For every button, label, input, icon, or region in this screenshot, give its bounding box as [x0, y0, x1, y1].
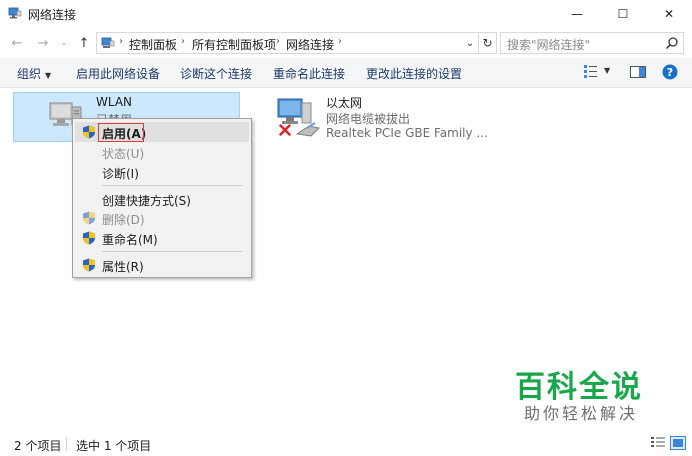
search-icon: [665, 37, 678, 50]
command-bar: 组织 ▼ 启用此网络设备 诊断这个连接 重命名此连接 更改此连接的设置 ▼ ?: [0, 58, 692, 88]
organize-menu[interactable]: 组织 ▼: [17, 65, 51, 82]
breadcrumb-separator-icon: ›: [119, 36, 123, 47]
status-bar: 2 个项目 选中 1 个项目: [0, 432, 692, 456]
menu-item-diagnose[interactable]: 诊断(I): [75, 162, 249, 182]
disconnected-x-icon: [279, 124, 291, 136]
rename-command[interactable]: 重命名此连接: [273, 65, 345, 82]
up-arrow-icon: ↑: [78, 35, 90, 51]
breadcrumb-separator-icon: ›: [338, 36, 342, 47]
preview-pane-icon[interactable]: [630, 66, 646, 78]
change-settings-command[interactable]: 更改此连接的设置: [366, 65, 462, 82]
menu-item-rename-label: 重命名(M): [102, 233, 158, 247]
address-bar[interactable]: › 控制面板 › 所有控制面板项 › 网络连接 › ⌄: [96, 32, 479, 54]
menu-item-enable[interactable]: 启用(A): [75, 122, 249, 142]
uac-shield-icon: [83, 125, 95, 139]
chevron-down-icon: ▼: [45, 71, 52, 80]
network-connections-icon: [8, 7, 22, 19]
breadcrumb-all-items[interactable]: 所有控制面板项: [192, 36, 276, 53]
view-options-icon[interactable]: [584, 63, 598, 79]
ethernet-device: Realtek PCIe GBE Family ...: [326, 126, 488, 140]
title-bar: 网络连接 — ☐ ✕: [0, 0, 692, 28]
maximize-button[interactable]: ☐: [600, 0, 646, 28]
details-view-icon[interactable]: [650, 436, 666, 450]
refresh-icon: ↻: [482, 36, 493, 50]
close-button[interactable]: ✕: [646, 0, 692, 28]
view-options-dropdown-icon[interactable]: ▼: [604, 66, 610, 75]
ethernet-name: 以太网: [326, 96, 363, 110]
status-separator: [66, 437, 67, 451]
svg-text:?: ?: [667, 66, 673, 79]
forward-button[interactable]: →: [34, 34, 52, 52]
wlan-name: WLAN: [96, 95, 133, 109]
menu-item-delete-label: 删除(D): [102, 213, 145, 227]
item-count: 2 个项目: [14, 439, 62, 453]
up-button[interactable]: ↑: [75, 34, 93, 52]
menu-item-shortcut-label: 创建快捷方式(S): [102, 194, 191, 208]
breadcrumb-separator-icon: ›: [181, 36, 185, 47]
diagnose-command[interactable]: 诊断这个连接: [180, 65, 252, 82]
breadcrumb-network-connections[interactable]: 网络连接: [286, 36, 334, 53]
enable-device-command[interactable]: 启用此网络设备: [76, 65, 160, 82]
uac-shield-icon: [83, 258, 95, 272]
menu-separator: [102, 251, 243, 252]
large-icons-view-icon[interactable]: [670, 436, 686, 450]
back-arrow-icon: ←: [11, 35, 23, 51]
menu-item-properties[interactable]: 属性(R): [75, 255, 249, 275]
uac-shield-icon: [83, 211, 95, 225]
search-input[interactable]: 搜索"网络连接": [500, 32, 684, 54]
menu-separator: [102, 185, 243, 186]
recent-locations-button[interactable]: ⌄: [58, 34, 70, 52]
uac-shield-icon: [83, 231, 95, 245]
ethernet-status: 网络电缆被拔出: [326, 112, 411, 126]
highlight-box: [98, 123, 144, 142]
maximize-icon: ☐: [617, 7, 629, 21]
window-title: 网络连接: [28, 8, 77, 22]
menu-item-properties-label: 属性(R): [102, 260, 144, 274]
close-icon: ✕: [663, 7, 675, 21]
organize-label: 组织: [17, 67, 42, 81]
address-dropdown-button[interactable]: ⌄: [463, 36, 477, 50]
context-menu: 启用(A) 状态(U) 诊断(I) 创建快捷方式(S) 删除(D) 重命名(M): [72, 118, 252, 278]
control-panel-icon: [101, 37, 115, 48]
menu-item-delete: 删除(D): [75, 208, 249, 228]
back-button[interactable]: ←: [8, 34, 26, 52]
menu-item-create-shortcut[interactable]: 创建快捷方式(S): [75, 189, 249, 209]
chevron-down-icon: ⌄: [60, 38, 68, 48]
ethernet-connection-item[interactable]: 以太网 网络电缆被拔出 Realtek PCIe GBE Family ...: [275, 92, 505, 142]
menu-item-status-label: 状态(U): [102, 147, 145, 161]
watermark-subtitle: 助你轻松解决: [524, 404, 639, 423]
minimize-button[interactable]: —: [554, 0, 600, 28]
menu-item-rename[interactable]: 重命名(M): [75, 228, 249, 248]
breadcrumb-control-panel[interactable]: 控制面板: [129, 36, 177, 53]
forward-arrow-icon: →: [37, 35, 49, 51]
menu-item-diagnose-label: 诊断(I): [102, 167, 139, 181]
search-placeholder: 搜索"网络连接": [507, 38, 591, 52]
navigation-bar: ← → ⌄ ↑ › 控制面板 › 所有控制面板项 › 网络连接 › ⌄ ↻ 搜索…: [0, 28, 692, 58]
selected-count: 选中 1 个项目: [76, 439, 152, 453]
breadcrumb-separator-icon: ›: [276, 36, 280, 47]
minimize-icon: —: [571, 7, 583, 21]
chevron-down-icon: ⌄: [465, 37, 475, 49]
menu-item-status: 状态(U): [75, 142, 249, 162]
help-icon[interactable]: ?: [662, 64, 678, 80]
refresh-button[interactable]: ↻: [479, 32, 497, 54]
